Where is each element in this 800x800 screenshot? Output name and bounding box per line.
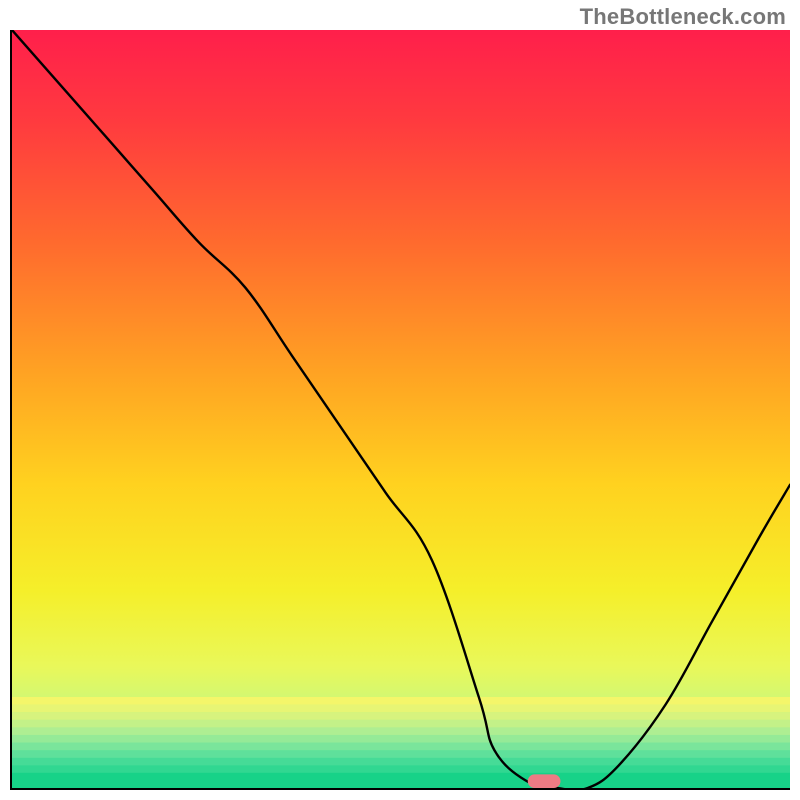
watermark-text: TheBottleneck.com (580, 4, 786, 30)
optimal-marker (528, 774, 561, 788)
plot-area (10, 30, 790, 790)
marker-layer (12, 30, 790, 788)
chart-stage: TheBottleneck.com (0, 0, 800, 800)
